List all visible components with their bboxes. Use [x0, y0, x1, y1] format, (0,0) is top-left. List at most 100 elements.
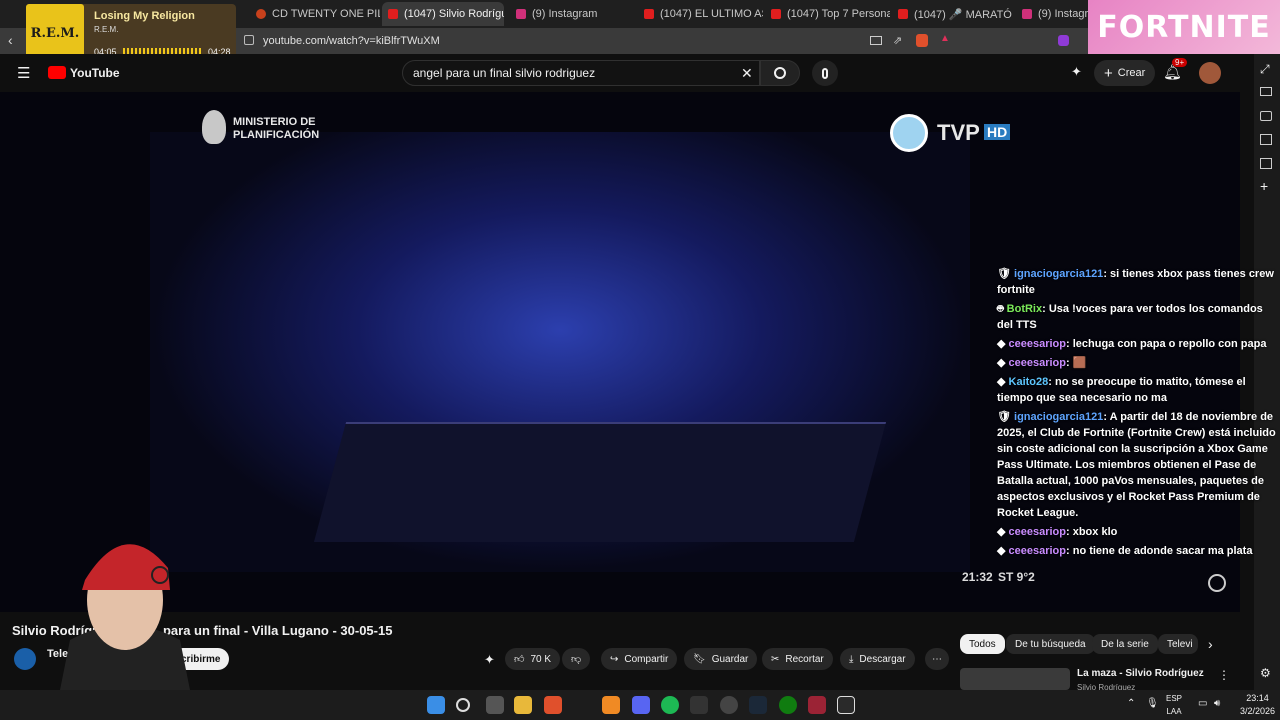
browser-tab[interactable]: (9) Instagram: [1016, 2, 1088, 26]
microphone-tray-icon[interactable]: 🎙︎: [1146, 698, 1159, 709]
recommended-thumbnail[interactable]: [960, 668, 1070, 690]
sidebar-reading-icon[interactable]: [1260, 87, 1272, 96]
tab-favicon-icon: [898, 9, 908, 19]
share-page-icon[interactable]: ⇗: [893, 34, 902, 47]
chat-username: ceeesariop: [1008, 526, 1066, 538]
chat-username: ceeesariop: [1008, 545, 1066, 557]
clip-button[interactable]: ✂ Recortar: [762, 648, 833, 670]
taskbar-app-icon[interactable]: [602, 696, 620, 714]
epic-games-icon[interactable]: [837, 696, 855, 714]
like-button[interactable]: 👍︎ 70 K: [505, 648, 561, 670]
tray-overflow-icon[interactable]: ⌃: [1127, 698, 1135, 709]
taskbar-app-icon[interactable]: [690, 696, 708, 714]
wallet-icon[interactable]: [1260, 111, 1272, 121]
browser-tab[interactable]: (1047) EL ULTIMO ASESIN: [638, 2, 763, 26]
volume-icon[interactable]: 🔊︎: [1214, 698, 1220, 709]
recommended-more-icon[interactable]: ⋮: [1218, 668, 1230, 682]
taskbar-clock[interactable]: 23:14 3/2/2026: [1240, 692, 1275, 718]
more-actions-button[interactable]: ⋯: [925, 648, 949, 670]
channel-avatar[interactable]: [14, 648, 36, 670]
account-avatar[interactable]: [1199, 62, 1221, 84]
scissors-icon: ✂: [771, 653, 780, 665]
brave-shield-icon[interactable]: [916, 34, 928, 47]
chat-badge-icon: ◆: [997, 338, 1009, 350]
brave-browser-icon[interactable]: [544, 696, 562, 714]
settings-gear-icon[interactable]: ⚙: [1260, 666, 1271, 680]
recommended-title[interactable]: La maza - Silvio Rodríguez: [1077, 668, 1204, 679]
chat-username: ignaciogarcia121: [1014, 411, 1104, 423]
download-button[interactable]: ⤓ Descargar: [840, 648, 915, 670]
browser-tab[interactable]: (9) Instagram: [510, 2, 632, 26]
chat-message: ◆ ceeesariop: lechuga con papa o repollo…: [997, 336, 1280, 352]
create-label: Crear: [1117, 67, 1146, 79]
fortnite-banner: FORTNITE: [1088, 0, 1280, 54]
save-button[interactable]: 🔖︎ Guardar: [684, 648, 758, 670]
windows-start-icon[interactable]: [427, 696, 445, 714]
browser-tab[interactable]: CD TWENTY ONE PILOTS/: [250, 2, 380, 26]
browser-tab[interactable]: (1047) Top 7 Personas Con: [765, 2, 890, 26]
spotify-icon[interactable]: [661, 696, 679, 714]
address-bar[interactable]: youtube.com/watch?v=kiBlfrTWuXM: [236, 30, 960, 52]
add-sidebar-item-icon[interactable]: +: [1260, 178, 1268, 194]
history-icon[interactable]: [1260, 158, 1272, 169]
clear-search-icon[interactable]: ✕: [741, 65, 753, 82]
bookmark-icon: 🔖︎: [693, 653, 706, 665]
chip-all[interactable]: Todos: [960, 634, 1005, 654]
menu-icon[interactable]: ☰: [17, 64, 30, 82]
song-artist: R.E.M.: [94, 25, 119, 34]
share-button[interactable]: ↪ Compartir: [601, 648, 678, 670]
tab-favicon-icon: [1022, 9, 1032, 19]
create-button[interactable]: + Crear: [1094, 60, 1156, 86]
voice-search-button[interactable]: [812, 60, 838, 86]
youtube-logo-text: YouTube: [70, 66, 120, 80]
file-explorer-icon[interactable]: [514, 696, 532, 714]
tab-label: (1047) 🎤 MARATÓN DE l: [914, 8, 1012, 21]
taskbar-search-icon[interactable]: [456, 698, 470, 712]
bookmarks-icon[interactable]: [1260, 134, 1272, 145]
search-button[interactable]: [760, 60, 800, 86]
chat-message: ◆ ceeesariop: no tiene de adonde sacar m…: [997, 543, 1280, 559]
taskbar-app-icon[interactable]: [808, 696, 826, 714]
xbox-icon[interactable]: [779, 696, 797, 714]
tab-label: (1047) EL ULTIMO ASESIN: [660, 8, 763, 20]
browser-tab-active[interactable]: (1047) Silvio Rodrígue ×: [382, 2, 504, 26]
network-icon[interactable]: ▭: [1198, 698, 1207, 709]
tab-favicon-icon: [644, 9, 654, 19]
discord-icon[interactable]: [632, 696, 650, 714]
chat-username: ceeesariop: [1008, 357, 1066, 369]
chips-next-chevron-icon[interactable]: ›: [1208, 636, 1213, 652]
sidebar-expand-icon[interactable]: ⤢: [1260, 62, 1270, 77]
youtube-logo-icon[interactable]: [48, 66, 66, 79]
extension-icon[interactable]: [1058, 35, 1069, 46]
tvp-hd-badge: HD: [984, 124, 1011, 140]
cast-icon[interactable]: [870, 36, 882, 45]
chat-message: 🤖︎ BotRix: Usa !voces para ver todos los…: [997, 301, 1280, 333]
language-indicator[interactable]: ESP LAA: [1166, 692, 1182, 718]
chip-from-series[interactable]: De la serie: [1092, 634, 1158, 654]
task-view-icon[interactable]: [486, 696, 504, 714]
chat-username: Kaito28: [1008, 376, 1049, 388]
chat-message: ◆ ceeesariop: xbox klo: [997, 524, 1280, 540]
fortnite-extension-icon[interactable]: ✦: [1071, 64, 1082, 80]
video-loop-icon[interactable]: [1208, 574, 1226, 592]
chat-text: : 🟫: [1066, 357, 1087, 369]
tvp-logo-text: TVP: [937, 120, 980, 145]
site-info-icon[interactable]: [244, 35, 254, 45]
browser-tab[interactable]: (1047) 🎤 MARATÓN DE l: [892, 2, 1012, 26]
extension-action-icon[interactable]: ✦: [484, 652, 495, 668]
tab-favicon-icon: [771, 9, 781, 19]
chip-from-search[interactable]: De tu búsqueda: [1006, 634, 1095, 654]
tab-label: (9) Instagram: [1038, 8, 1088, 20]
chat-message: ◆ ceeesariop: 🟫: [997, 355, 1280, 371]
search-input[interactable]: angel para un final silvio rodriguez ✕: [402, 60, 760, 86]
broadcast-clock: 21:32: [962, 570, 993, 584]
chat-username: ignaciogarcia121: [1014, 268, 1104, 280]
chat-username: BotRix: [1006, 303, 1043, 315]
ministry-overlay-text: MINISTERIO DE PLANIFICACIÓN: [233, 116, 320, 141]
dislike-button[interactable]: 👎︎: [562, 648, 591, 670]
back-icon[interactable]: ‹: [8, 32, 13, 48]
rewards-icon[interactable]: ▲: [940, 33, 950, 44]
steam-icon[interactable]: [749, 696, 767, 714]
obs-icon[interactable]: [720, 696, 738, 714]
chip-television[interactable]: Televi: [1158, 634, 1198, 654]
